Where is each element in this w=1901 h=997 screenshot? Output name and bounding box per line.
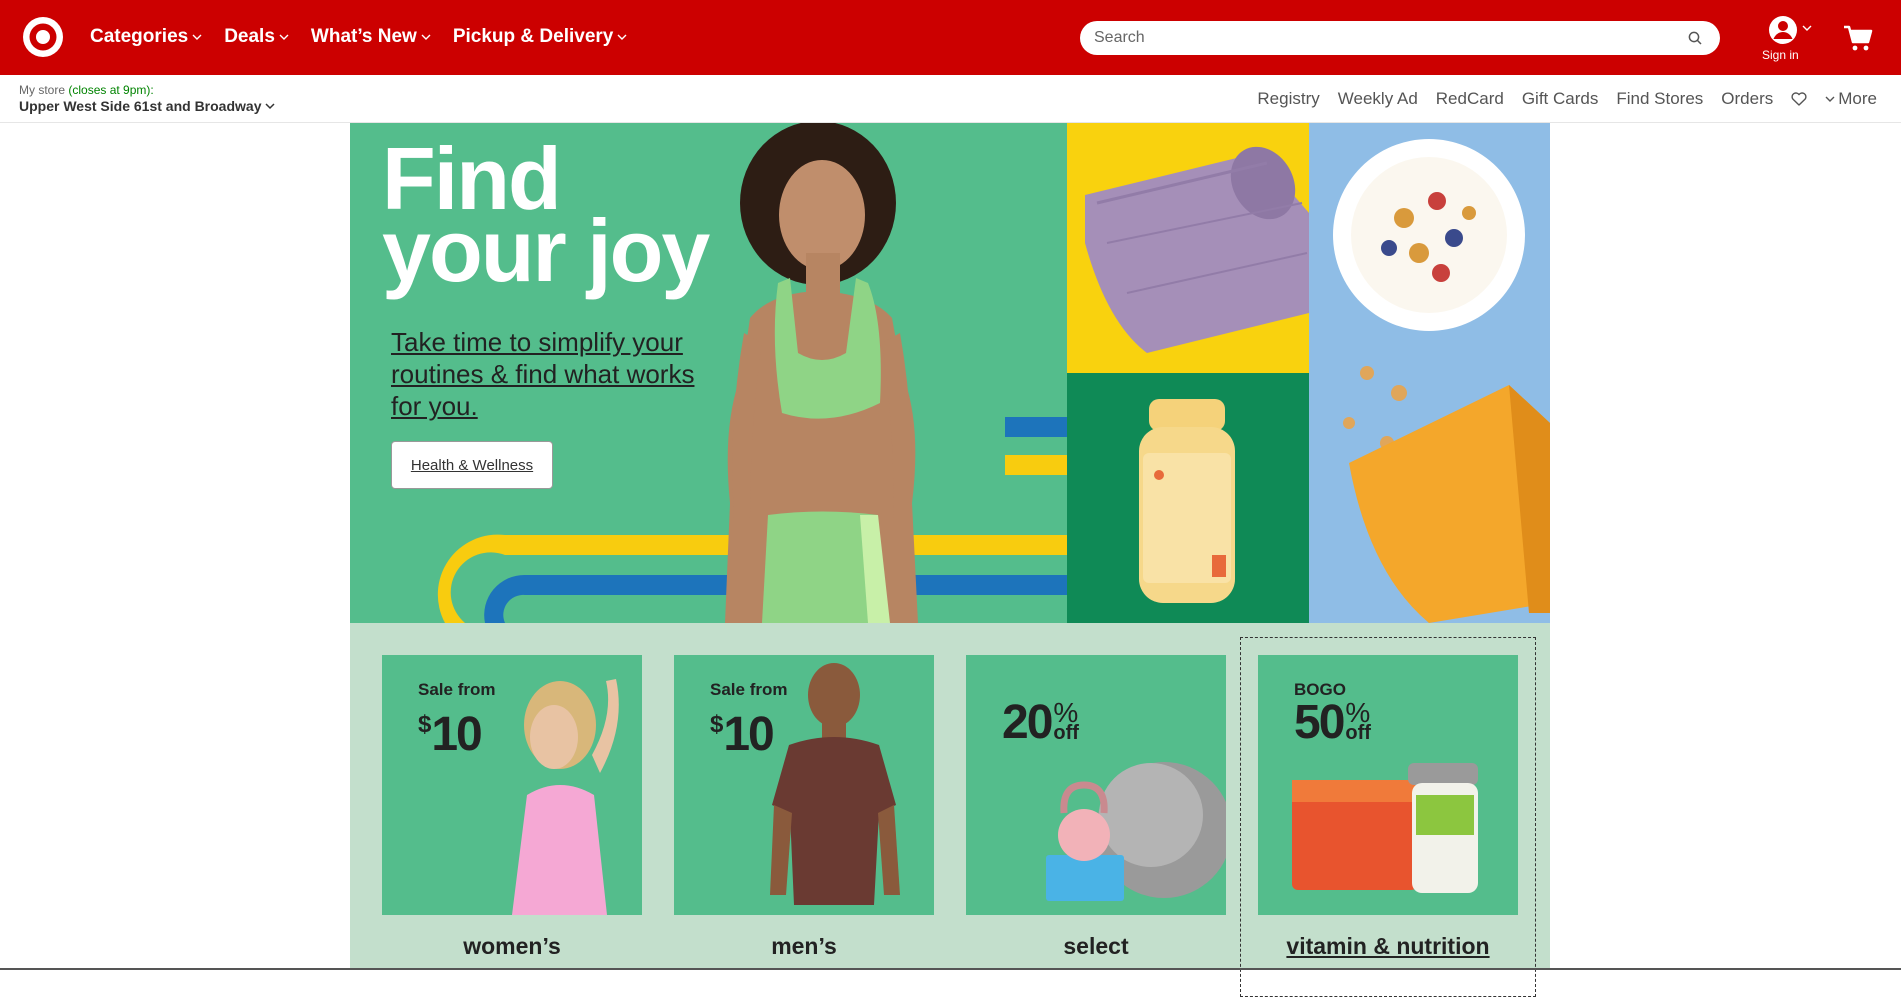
promo-image-mens[interactable]: Sale from $10 (674, 655, 934, 915)
nav-whats-new[interactable]: What’s New (311, 26, 431, 48)
target-logo-icon[interactable] (22, 16, 64, 58)
promo-amount: 10 (431, 708, 482, 761)
user-avatar-icon (1769, 16, 1797, 44)
utility-links: Registry Weekly Ad RedCard Gift Cards Fi… (1257, 89, 1877, 109)
promo-amount: 20 (1002, 696, 1053, 749)
yoga-mat-tile[interactable] (1067, 123, 1309, 373)
hero-subtitle-link[interactable]: Take time to simplify your routines & fi… (391, 326, 711, 422)
store-prefix: My store (19, 83, 66, 97)
promo-currency: $ (418, 711, 432, 738)
promo-label-mens[interactable]: men’s (674, 933, 934, 960)
heart-favorites-icon[interactable] (1791, 92, 1807, 106)
promo-amount: 10 (723, 708, 774, 761)
hero-main-panel: Find your joy Take time to simplify your… (350, 123, 1067, 623)
main-nav: Categories Deals What’s New Pickup & Del… (90, 26, 627, 48)
hero-title: Find your joy (382, 135, 802, 300)
promo-percent-off: % off (1053, 697, 1079, 749)
link-registry[interactable]: Registry (1257, 89, 1319, 109)
store-hours: My store (closes at 9pm): (19, 83, 154, 97)
more-label: More (1838, 89, 1877, 108)
cart-icon[interactable] (1843, 24, 1873, 52)
fitness-gear-image (1046, 762, 1226, 901)
promo-image-womens[interactable]: Sale from $10 (382, 655, 642, 915)
yoga-mat-image (1085, 146, 1309, 353)
promo-prefix: Sale from (418, 680, 496, 699)
chevron-down-icon (279, 34, 289, 40)
utility-bar: My store (closes at 9pm): Upper West Sid… (0, 75, 1901, 123)
nav-deals[interactable]: Deals (224, 26, 289, 48)
promo-prefix: Sale from (710, 680, 788, 699)
link-weekly-ad[interactable]: Weekly Ad (1338, 89, 1418, 109)
granola-tile[interactable] (1309, 123, 1550, 623)
nav-label: Deals (224, 26, 275, 47)
chevron-down-icon (1825, 96, 1835, 102)
link-gift-cards[interactable]: Gift Cards (1522, 89, 1599, 109)
promo-discount: 50 % off (1294, 697, 1371, 749)
promo-discount: 20 % off (1002, 697, 1079, 749)
promo-band: Sale from $10 women’s Sale from $10 men’… (350, 623, 1550, 997)
promo-image-vitamins[interactable]: BOGO 50 % off (1258, 655, 1518, 915)
top-header: Categories Deals What’s New Pickup & Del… (0, 0, 1901, 75)
promo-label-womens[interactable]: women’s (382, 933, 642, 960)
link-redcard[interactable]: RedCard (1436, 89, 1504, 109)
search-button[interactable] (1684, 27, 1706, 49)
vitamin-bottle-tile[interactable] (1067, 373, 1309, 623)
promo-image-fitness[interactable]: 20 % off (966, 655, 1226, 915)
nav-label: Categories (90, 26, 189, 47)
off-label: off (1345, 722, 1371, 744)
health-wellness-button[interactable]: Health & Wellness (391, 441, 553, 489)
account-menu[interactable]: Sign in (1762, 15, 1822, 63)
promo-label-fitness[interactable]: select (966, 933, 1226, 960)
chevron-down-icon (1802, 25, 1812, 31)
search-input[interactable] (1094, 29, 1684, 47)
vitamin-bottle-image (1139, 399, 1235, 603)
search-icon (1688, 31, 1702, 45)
link-find-stores[interactable]: Find Stores (1616, 89, 1703, 109)
promo-currency: $ (710, 711, 724, 738)
granola-bowl-image (1333, 139, 1550, 623)
promo-percent-off: % off (1345, 697, 1371, 749)
promo-label-vitamins[interactable]: vitamin & nutrition (1258, 933, 1518, 960)
sign-in-label: Sign in (1762, 48, 1799, 62)
percent-sign: % (1345, 697, 1371, 728)
my-store-selector[interactable]: Upper West Side 61st and Broadway (19, 98, 276, 114)
nav-pickup-delivery[interactable]: Pickup & Delivery (453, 26, 628, 48)
more-menu[interactable]: More (1825, 89, 1877, 109)
promo-price: $10 (418, 699, 483, 761)
chevron-down-icon (421, 34, 431, 40)
nav-categories[interactable]: Categories (90, 26, 202, 48)
hero-banner: Find your joy Take time to simplify your… (350, 123, 1550, 623)
nav-label: Pickup & Delivery (452, 26, 614, 47)
store-closing-time: (closes at 9pm): (68, 83, 154, 97)
off-label: off (1053, 722, 1079, 744)
store-name: Upper West Side 61st and Broadway (19, 98, 262, 114)
search-bar (1080, 21, 1720, 55)
promo-price: $10 (710, 699, 775, 761)
nav-label: What’s New (310, 26, 417, 47)
promo-amount: 50 (1294, 696, 1345, 749)
chevron-down-icon (192, 34, 202, 40)
chevron-down-icon (265, 102, 276, 109)
hero-title-line-2: your joy (382, 201, 710, 300)
percent-sign: % (1053, 697, 1079, 728)
chevron-down-icon (617, 34, 627, 40)
link-orders[interactable]: Orders (1721, 89, 1773, 109)
